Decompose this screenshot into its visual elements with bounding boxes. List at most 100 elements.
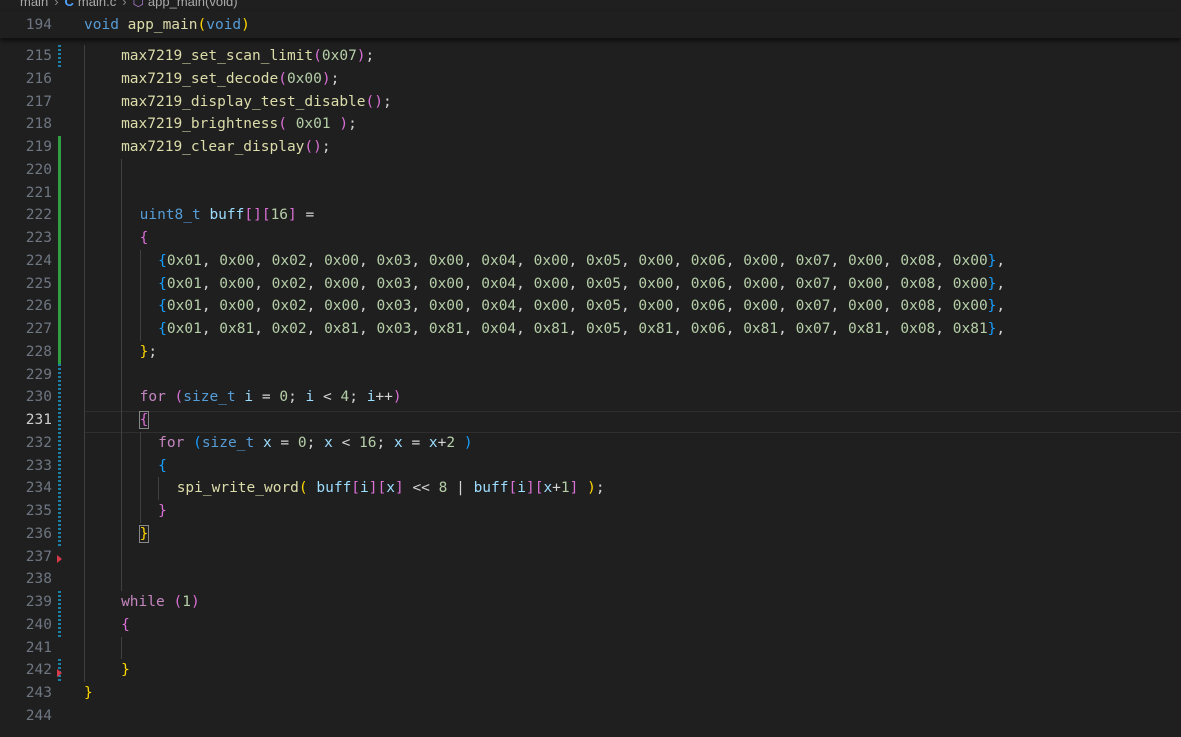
line-number: 218 [25,116,52,133]
line-number: 222 [25,207,52,224]
code-text[interactable]: { [138,409,150,432]
code-text[interactable]: for (size_t i = 0; i < 4; i++) [140,386,402,409]
code-text[interactable]: max7219_brightness( 0x01 ); [121,113,357,136]
code-line[interactable]: 221 [0,182,1181,205]
code-text[interactable]: spi_write_word( buff[i][x] << 8 | buff[i… [177,477,605,500]
code-line[interactable]: 229 [0,364,1181,387]
code-line[interactable]: 222 uint8_t buff[][16] = [0,204,1181,227]
code-text[interactable]: } [121,659,130,682]
function-icon: ⬡ [132,0,144,9]
line-number: 232 [25,434,52,451]
code-line[interactable]: 239 while (1) [0,591,1181,614]
code-line[interactable]: 232 for (size_t x = 0; x < 16; x = x+2 ) [0,432,1181,455]
code-text[interactable]: { [140,227,149,250]
chevron-right-icon: › [54,0,59,9]
code-text[interactable]: } [158,500,167,523]
indent-guide [121,158,123,591]
code-line[interactable]: 237 [0,546,1181,569]
sticky-code-line[interactable]: void app_main(void) [84,14,250,37]
line-number: 227 [25,321,52,337]
code-line[interactable]: 243} [0,682,1181,705]
code-line[interactable]: 240 { [0,614,1181,637]
line-number: 225 [25,275,52,292]
line-number: 223 [25,230,52,246]
line-number: 234 [25,480,52,497]
code-line[interactable]: 231 { [0,409,1181,432]
code-line[interactable]: 241 [0,637,1181,660]
line-number: 237 [25,548,52,565]
code-text[interactable]: for (size_t x = 0; x < 16; x = x+2 ) [158,432,472,455]
line-number: 235 [25,503,52,519]
line-number: 242 [25,662,52,679]
line-number: 241 [25,639,52,656]
code-text[interactable]: } [84,682,93,705]
code-line[interactable]: 217 max7219_display_test_disable(); [0,91,1181,114]
code-line[interactable]: 234 spi_write_word( buff[i][x] << 8 | buf… [0,477,1181,500]
line-number: 220 [25,161,52,178]
line-number: 236 [25,525,52,542]
code-line[interactable]: 225 {0x01, 0x00, 0x02, 0x00, 0x03, 0x00, … [0,273,1181,296]
breadcrumb-folder[interactable]: main [20,0,48,9]
code-text[interactable]: while (1) [121,591,200,614]
code-text[interactable]: {0x01, 0x81, 0x02, 0x81, 0x03, 0x81, 0x0… [158,318,1005,341]
code-line[interactable]: 220 [0,159,1181,182]
line-number: 229 [25,366,52,383]
code-line[interactable]: 230 for (size_t i = 0; i < 4; i++) [0,386,1181,409]
code-line[interactable]: 233 { [0,455,1181,478]
indent-guide [84,45,85,682]
code-line[interactable]: 223 { [0,227,1181,250]
breadcrumb-symbol[interactable]: app_main(void) [148,0,238,9]
code-text[interactable]: max7219_display_test_disable(); [121,91,392,114]
line-number: 228 [25,343,52,360]
code-text[interactable]: uint8_t buff[][16] = [140,204,315,227]
sticky-scroll-header[interactable]: 194 void app_main(void) [0,12,1181,38]
indent-guide [158,477,160,500]
line-number: 243 [25,685,52,701]
git-modified-marker[interactable] [58,363,61,546]
code-text[interactable]: { [121,614,130,637]
line-number: 221 [25,184,52,201]
code-text[interactable]: max7219_clear_display(); [121,136,331,159]
indent-guide [139,431,141,523]
code-text[interactable]: { [158,455,167,478]
line-number: 194 [25,17,52,33]
code-line[interactable]: 215 max7219_set_scan_limit(0x07); [0,45,1181,68]
code-line[interactable]: 244 [0,705,1181,728]
code-text[interactable]: } [138,523,150,546]
breadcrumb: main › Cmain.c › ⬡ app_main(void) [0,0,1181,9]
git-added-marker[interactable] [58,136,61,364]
line-number: 217 [25,93,52,110]
line-number: 231 [25,412,52,428]
code-line[interactable]: 235} [0,500,1181,523]
code-line[interactable]: 242} [0,659,1181,682]
indent-guide [121,636,123,660]
code-line[interactable]: 216 max7219_set_decode(0x00); [0,68,1181,91]
line-number: 244 [25,707,52,724]
code-line[interactable]: 228}; [0,341,1181,364]
line-number: 224 [25,252,52,269]
line-number: 219 [25,139,52,155]
code-text[interactable]: {0x01, 0x00, 0x02, 0x00, 0x03, 0x00, 0x0… [158,273,1005,296]
code-line[interactable]: 238 [0,568,1181,591]
line-number: 216 [25,70,52,87]
breadcrumb-file[interactable]: main.c [78,0,116,9]
line-number: 239 [25,594,52,610]
git-deleted-marker[interactable] [57,555,62,564]
git-modified-marker[interactable] [58,45,61,68]
code-line[interactable]: 218 max7219_brightness( 0x01 ); [0,113,1181,136]
code-text[interactable]: max7219_set_decode(0x00); [121,68,339,91]
code-line[interactable]: 219 max7219_clear_display(); [0,136,1181,159]
code-line[interactable]: 226 {0x01, 0x00, 0x02, 0x00, 0x03, 0x00, … [0,295,1181,318]
code-line[interactable]: 227 {0x01, 0x81, 0x02, 0x81, 0x03, 0x81, … [0,318,1181,341]
line-number: 226 [25,298,52,315]
line-number: 240 [25,616,52,633]
code-text[interactable]: {0x01, 0x00, 0x02, 0x00, 0x03, 0x00, 0x0… [158,295,1005,318]
git-modified-marker[interactable] [58,591,61,637]
git-deleted-marker[interactable] [57,668,62,677]
code-line[interactable]: 224 {0x01, 0x00, 0x02, 0x00, 0x03, 0x00, … [0,250,1181,273]
code-line[interactable]: 236} [0,523,1181,546]
chevron-right-icon: › [122,0,127,9]
code-text[interactable]: {0x01, 0x00, 0x02, 0x00, 0x03, 0x00, 0x0… [158,250,1005,273]
code-text[interactable]: max7219_set_scan_limit(0x07); [121,45,374,68]
code-text[interactable]: }; [140,341,157,364]
